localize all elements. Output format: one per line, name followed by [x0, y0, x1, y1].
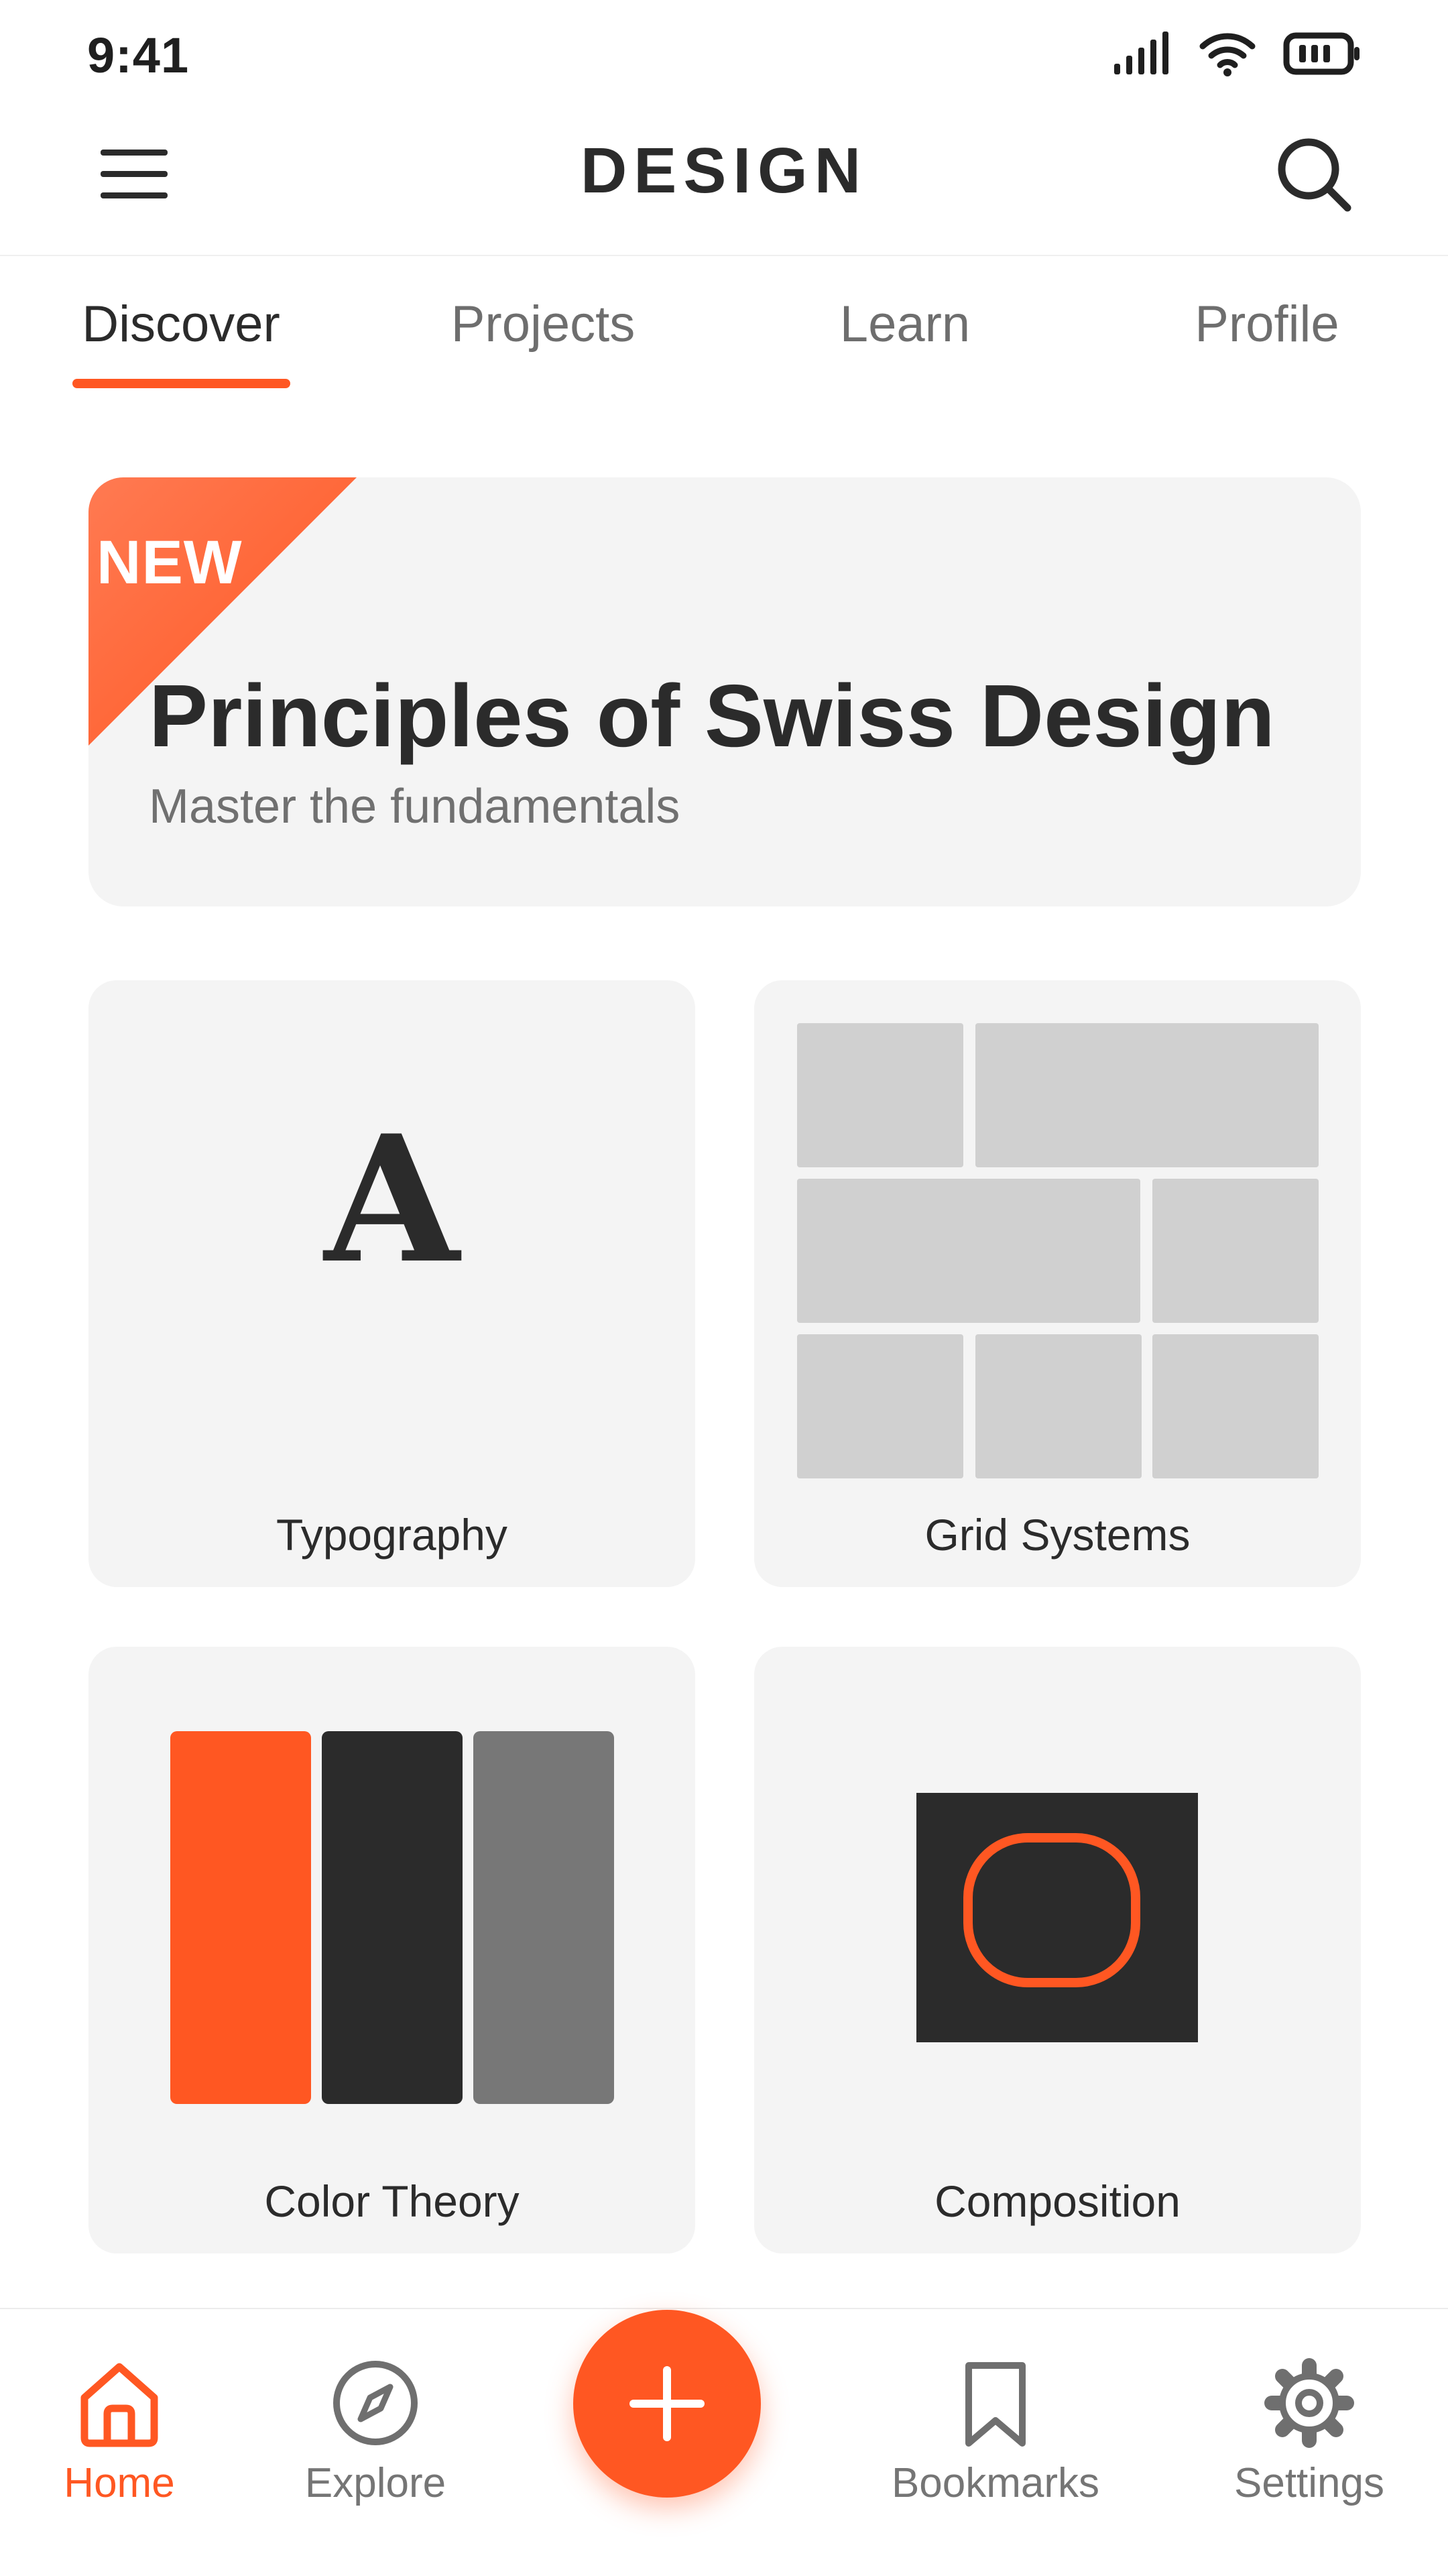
nav-bookmarks[interactable]: Bookmarks [885, 2356, 1106, 2507]
tile-label: Typography [276, 1510, 507, 1560]
nav-settings[interactable]: Settings [1199, 2356, 1420, 2507]
tile-color-theory[interactable]: Color Theory [88, 1647, 695, 2253]
status-icons [1111, 27, 1361, 80]
active-tab-indicator [72, 379, 290, 388]
grid-block [1152, 1179, 1319, 1323]
nav-label: Settings [1233, 2460, 1385, 2506]
home-icon [80, 2363, 158, 2447]
nav-label: Bookmarks [891, 2460, 1100, 2506]
tile-composition[interactable]: Composition [754, 1647, 1361, 2253]
grid-block [797, 1023, 963, 1167]
wifi-icon [1199, 33, 1256, 76]
search-icon[interactable] [1274, 134, 1354, 215]
page-title: DESIGN [580, 135, 868, 207]
tab-projects[interactable]: Projects [362, 295, 724, 353]
plus-icon [629, 2366, 705, 2441]
signal-icon [1114, 32, 1168, 74]
featured-course-card[interactable]: NEW Principles of Swiss Design Master th… [88, 477, 1361, 906]
tab-discover[interactable]: Discover [0, 295, 362, 353]
featured-title: Principles of Swiss Design [149, 666, 1275, 765]
nav-label: Home [64, 2460, 175, 2506]
tab-profile[interactable]: Profile [1086, 295, 1448, 353]
gear-icon [1264, 2358, 1354, 2448]
color-swatch-orange [170, 1731, 311, 2104]
composition-ring [963, 1833, 1140, 1987]
add-button[interactable] [573, 2310, 761, 2498]
battery-icon [1283, 32, 1360, 75]
color-swatch-gray [473, 1731, 614, 2104]
nav-home[interactable]: Home [9, 2356, 230, 2507]
grid-block [797, 1334, 963, 1478]
typography-glyph: A [324, 1098, 460, 1302]
tile-grid-systems[interactable]: Grid Systems [754, 980, 1361, 1587]
grid-block [1152, 1334, 1319, 1478]
compass-icon [333, 2361, 418, 2445]
color-swatch-charcoal [322, 1731, 463, 2104]
tab-learn[interactable]: Learn [724, 295, 1086, 353]
bookmark-icon [965, 2362, 1026, 2447]
grid-block [975, 1334, 1142, 1478]
nav-label: Explore [304, 2460, 446, 2506]
tile-label: Color Theory [264, 2176, 520, 2226]
new-badge: NEW [97, 528, 243, 597]
grid-block [797, 1179, 1140, 1323]
tile-label: Composition [934, 2176, 1181, 2226]
tile-typography[interactable]: A Typography [88, 980, 695, 1587]
nav-explore[interactable]: Explore [265, 2356, 486, 2507]
featured-subtitle: Master the fundamentals [149, 780, 680, 833]
status-time: 9:41 [87, 27, 190, 83]
composition-square [916, 1793, 1198, 2042]
grid-block [975, 1023, 1319, 1167]
tile-label: Grid Systems [924, 1510, 1191, 1560]
